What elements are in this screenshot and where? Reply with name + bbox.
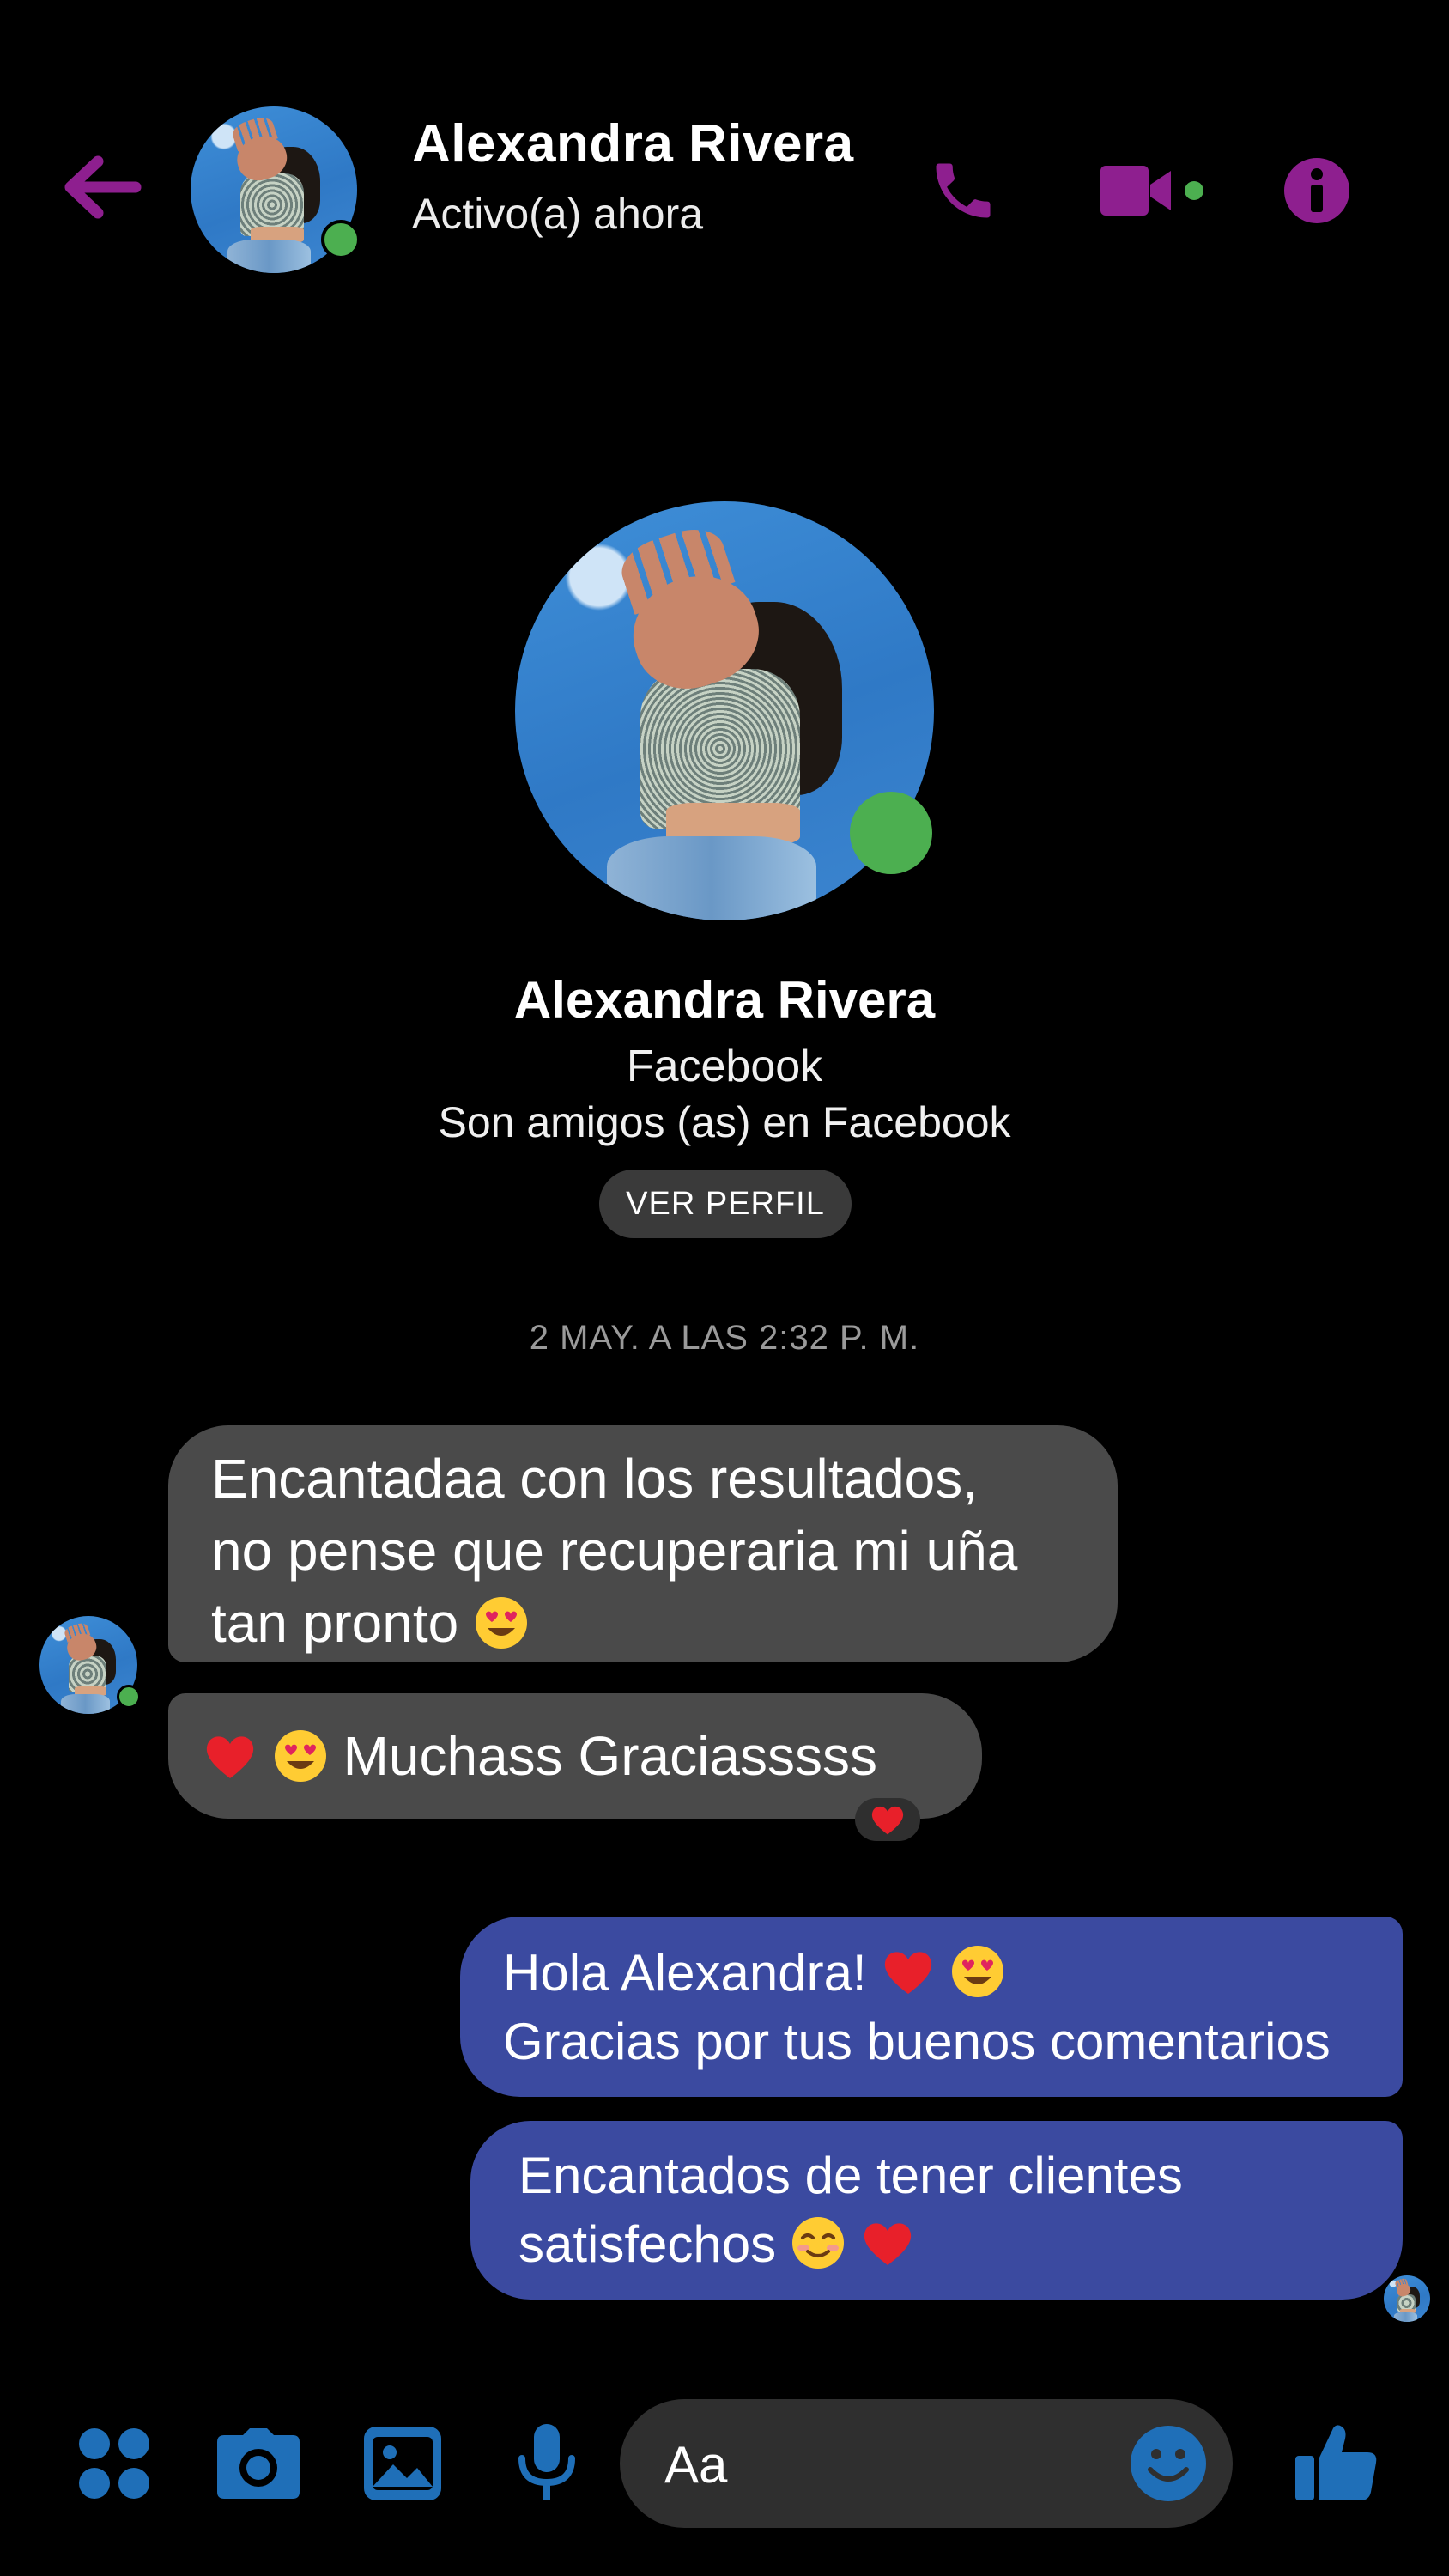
incoming-message[interactable]: Muchass Graciasssss: [168, 1693, 982, 1819]
gallery-icon: [364, 2427, 441, 2500]
voice-call-button[interactable]: [920, 148, 1006, 234]
camera-icon: [217, 2428, 300, 2499]
red-heart-emoji-icon: [885, 1952, 932, 1994]
video-call-button[interactable]: [1087, 148, 1216, 234]
smiling-blush-emoji-icon: [791, 2217, 844, 2269]
camera-button[interactable]: [211, 2416, 306, 2511]
info-button[interactable]: [1274, 148, 1360, 234]
online-indicator-large: [850, 792, 932, 874]
message-line: satisfechos: [518, 2215, 777, 2273]
online-indicator: [117, 1685, 141, 1709]
back-arrow-icon: [64, 155, 142, 219]
heart-reaction-icon: [871, 1806, 904, 1835]
video-active-dot: [1185, 181, 1203, 200]
thumbs-up-icon: [1295, 2425, 1377, 2500]
heart-eyes-emoji-icon: [951, 1946, 1003, 1997]
message-reaction[interactable]: [855, 1798, 920, 1841]
message-line: Encantadaa con los resultados,: [211, 1448, 979, 1510]
message-line: Hola Alexandra!: [503, 1944, 867, 2002]
like-button[interactable]: [1289, 2415, 1384, 2509]
profile-name: Alexandra Rivera: [513, 971, 936, 1029]
message-line: Gracias por tus buenos comentarios: [503, 2013, 1331, 2070]
message-timestamp: 2 MAY. A LAS 2:32 P. M.: [529, 1319, 920, 1357]
info-icon: [1284, 158, 1349, 223]
view-profile-button[interactable]: VER PERFIL: [599, 1170, 852, 1238]
incoming-message[interactable]: Encantadaa con los resultados, no pense …: [168, 1425, 1118, 1662]
apps-icon: [79, 2428, 149, 2499]
outgoing-message[interactable]: Encantados de tener clientes satisfechos: [470, 2121, 1403, 2300]
outgoing-message[interactable]: Hola Alexandra! Gracias por tus buenos c…: [460, 1917, 1403, 2097]
apps-button[interactable]: [67, 2416, 161, 2511]
gallery-button[interactable]: [355, 2416, 450, 2511]
message-composer[interactable]: [620, 2399, 1233, 2530]
microphone-icon: [518, 2424, 575, 2500]
message-input[interactable]: [663, 2399, 1113, 2530]
seen-receipt-avatar: [1384, 2275, 1430, 2322]
red-heart-emoji-icon: [206, 1736, 254, 1778]
message-line: Encantados de tener clientes: [518, 2147, 1183, 2204]
phone-icon: [936, 163, 991, 218]
profile-source: Facebook: [626, 1042, 823, 1091]
profile-photo: [1384, 2275, 1430, 2322]
red-heart-emoji-icon: [864, 2223, 911, 2265]
video-camera-icon: [1100, 166, 1171, 216]
message-text: Muchass Graciasssss: [343, 1725, 877, 1787]
back-button[interactable]: [60, 153, 146, 222]
profile-relationship: Son amigos (as) en Facebook: [438, 1098, 1011, 1146]
heart-eyes-emoji-icon: [274, 1730, 326, 1782]
message-line: no pense que recuperaria mi uña: [211, 1520, 1018, 1582]
emoji-button[interactable]: [1130, 2425, 1207, 2502]
message-line: tan pronto: [211, 1592, 459, 1654]
voice-message-button[interactable]: [500, 2416, 594, 2511]
contact-name: Alexandra Rivera: [412, 114, 854, 173]
emoji-icon: [1131, 2426, 1206, 2501]
contact-status: Activo(a) ahora: [412, 190, 704, 238]
heart-eyes-emoji-icon: [476, 1597, 527, 1649]
online-indicator: [321, 220, 361, 259]
